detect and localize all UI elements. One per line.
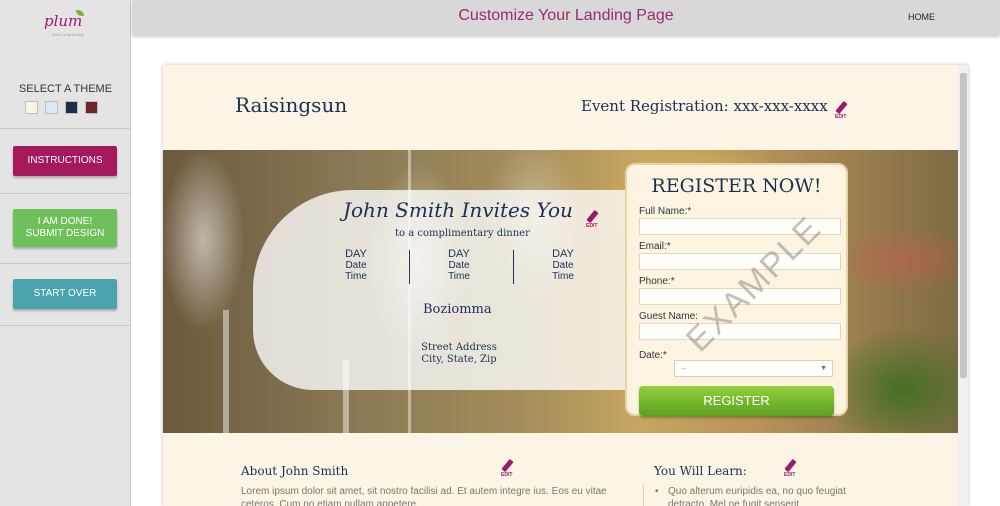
sidebar-divider	[0, 263, 131, 264]
site-name: Raisingsun	[235, 93, 348, 117]
event-registration-phone: Event Registration: xxx-xxx-xxxx	[581, 97, 828, 115]
edit-learn-icon[interactable]: EDIT	[784, 458, 802, 479]
scroll-thumb[interactable]	[960, 73, 967, 378]
sidebar-divider	[0, 128, 131, 129]
hero-banner: John Smith Invites You EDIT to a complim…	[163, 150, 958, 433]
theme-swatch-light-blue[interactable]	[45, 101, 58, 114]
date-label: Date:*	[639, 350, 667, 361]
theme-label: SELECT A THEME	[18, 83, 113, 95]
pencil-icon	[835, 100, 848, 115]
venue-name: Boziomma	[423, 302, 492, 317]
landing-page-preview: Raisingsun Event Registration: xxx-xxx-x…	[163, 65, 968, 506]
date-divider	[513, 250, 514, 284]
event-date-1: DAY Date Time	[345, 248, 367, 283]
event-date-3: DAY Date Time	[552, 248, 574, 283]
page-title: Customize Your Landing Page	[458, 7, 674, 24]
chevron-down-icon: ▼	[820, 365, 827, 372]
learn-title: You Will Learn:	[654, 464, 747, 478]
pencil-icon	[784, 458, 797, 473]
pencil-icon	[501, 458, 514, 473]
instructions-button[interactable]: INSTRUCTIONS	[13, 146, 117, 176]
home-link[interactable]: HOME	[908, 12, 935, 22]
about-title: About John Smith	[241, 464, 349, 478]
email-label: Email:*	[639, 241, 671, 252]
date-select-value: --	[681, 364, 687, 373]
pencil-icon	[586, 209, 599, 224]
learn-text: Quo alterum euripidis ea, no quo feugiat…	[668, 486, 846, 506]
start-over-button[interactable]: START OVER	[13, 279, 117, 309]
full-name-label: Full Name:*	[639, 206, 692, 217]
submit-design-button[interactable]: I AM DONE! SUBMIT DESIGN	[13, 209, 117, 247]
edit-invite-icon[interactable]: EDIT	[586, 209, 604, 230]
theme-swatch-cream[interactable]	[25, 101, 38, 114]
invite-subtitle: to a complimentary dinner	[395, 228, 530, 239]
sidebar-divider	[0, 325, 131, 326]
register-button[interactable]: REGISTER	[639, 386, 834, 416]
about-text: Lorem ipsum dolor sit amet, sit nostro f…	[241, 486, 607, 506]
edit-about-icon[interactable]: EDIT	[501, 458, 519, 479]
theme-swatch-navy[interactable]	[65, 101, 78, 114]
bullet-icon: •	[655, 486, 659, 497]
logo-text: plum	[44, 12, 83, 30]
done-label: I AM DONE! SUBMIT DESIGN	[25, 216, 105, 239]
date-divider	[409, 250, 410, 284]
event-date-2: DAY Date Time	[448, 248, 470, 283]
theme-swatches	[25, 101, 98, 114]
content-divider	[643, 485, 644, 506]
register-title: REGISTER NOW!	[651, 175, 822, 197]
theme-swatch-maroon[interactable]	[85, 101, 98, 114]
edit-header-icon[interactable]: EDIT	[835, 100, 853, 121]
sidebar: plum direct marketing SELECT A THEME INS…	[0, 0, 131, 506]
logo-subtitle: direct marketing	[52, 32, 84, 37]
plum-logo[interactable]: plum direct marketing	[38, 8, 94, 40]
date-select[interactable]: -- ▼	[674, 360, 833, 377]
sidebar-divider	[0, 193, 131, 194]
invite-title: John Smith Invites You	[343, 198, 573, 222]
top-bar: Customize Your Landing Page HOME	[132, 0, 1000, 35]
preview-scrollbar[interactable]	[958, 65, 968, 506]
register-form: REGISTER NOW! Full Name:* Email:* Phone:…	[625, 163, 848, 416]
glass-stem	[223, 310, 229, 433]
venue-address: Street Address City, State, Zip	[421, 342, 497, 365]
phone-label: Phone:*	[639, 276, 675, 287]
